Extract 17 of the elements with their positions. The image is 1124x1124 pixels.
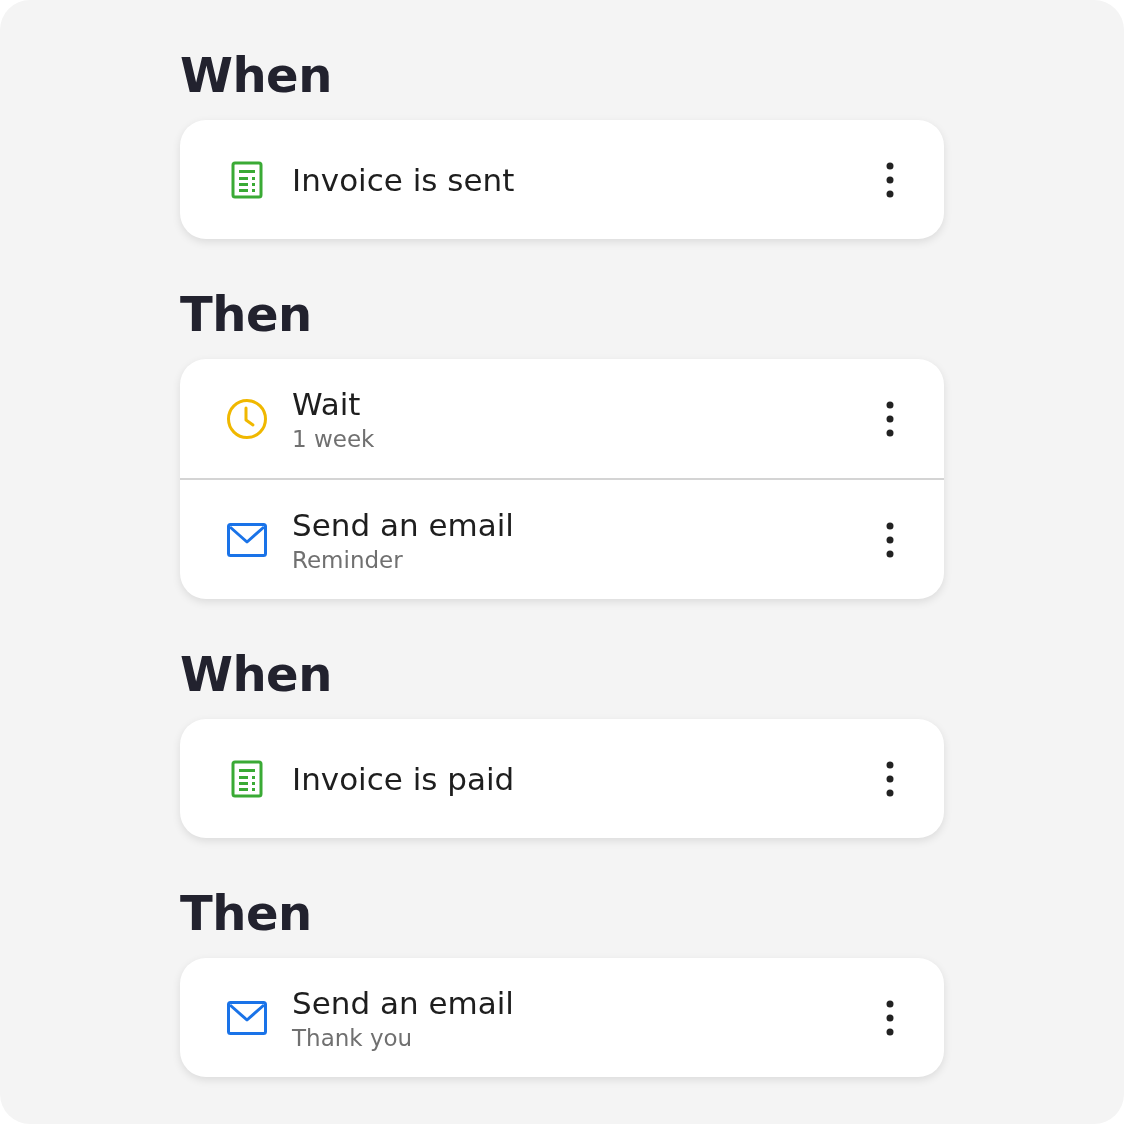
section-heading: Then	[180, 884, 313, 943]
step-detail: Thank you	[292, 1024, 414, 1051]
step-title: Send an email	[292, 506, 515, 543]
section-heading: When	[180, 46, 333, 105]
step-detail: 1 week	[292, 425, 376, 452]
step-title: Wait	[292, 385, 362, 422]
envelope-icon	[227, 1000, 267, 1035]
step-detail: Reminder	[292, 546, 404, 573]
step-title: Invoice is sent	[292, 161, 516, 198]
step-title: Send an email	[292, 984, 515, 1021]
step-title: Invoice is paid	[292, 760, 516, 797]
clock-icon	[226, 397, 268, 440]
section-heading: When	[180, 645, 333, 704]
document-icon	[231, 160, 263, 199]
envelope-icon	[227, 522, 267, 557]
section-heading: Then	[180, 285, 313, 344]
document-icon	[231, 759, 263, 798]
